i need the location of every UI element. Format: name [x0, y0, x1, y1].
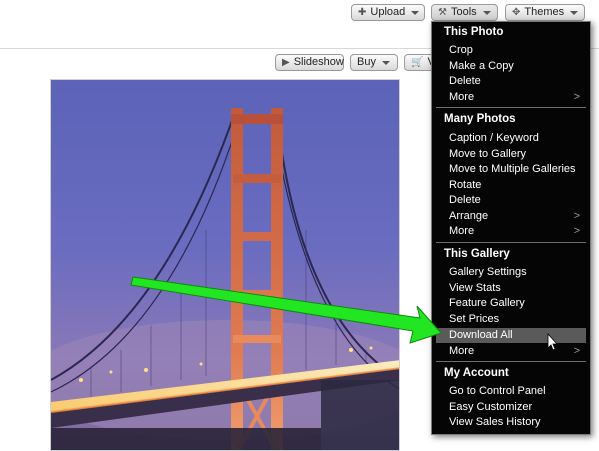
menu-item-gallery-settings[interactable]: Gallery Settings [436, 265, 586, 280]
menu-item-more-photo[interactable]: More > [436, 90, 586, 105]
menu-item-view-sales-history[interactable]: View Sales History [436, 415, 586, 430]
menu-item-delete-photo[interactable]: Delete [436, 74, 586, 89]
menu-heading-this-photo: This Photo [444, 26, 504, 38]
chevron-right-icon: > [573, 210, 580, 222]
slideshow-button-label: Slideshow [293, 56, 344, 68]
chevron-down-icon [482, 10, 491, 15]
chevron-down-icon [381, 60, 390, 65]
menu-item-caption-keyword[interactable]: Caption / Keyword [436, 131, 586, 146]
menu-item-make-a-copy[interactable]: Make a Copy [436, 59, 586, 74]
buy-button-label: Buy [357, 56, 376, 68]
menu-heading-many-photos: Many Photos [444, 113, 516, 125]
photo-viewer[interactable] [50, 79, 400, 451]
menu-item-more-many[interactable]: More > [436, 224, 586, 239]
menu-item-crop[interactable]: Crop [436, 43, 586, 58]
move-icon: ✥ [512, 6, 521, 18]
menu-item-easy-customizer[interactable]: Easy Customizer [436, 400, 586, 415]
menu-item-go-to-control-panel[interactable]: Go to Control Panel [436, 384, 586, 399]
menu-item-set-prices[interactable]: Set Prices [436, 312, 586, 327]
hammer-icon: ⚒ [438, 6, 447, 18]
upload-button-label: Upload [370, 6, 406, 18]
tools-button[interactable]: ⚒ Tools [431, 4, 498, 21]
menu-item-download-all[interactable]: Download All [436, 328, 586, 343]
menu-divider [436, 242, 586, 243]
themes-button[interactable]: ✥ Themes [505, 4, 585, 21]
menu-item-move-to-gallery[interactable]: Move to Gallery [436, 147, 586, 162]
chevron-down-icon [570, 10, 579, 15]
bridge-photo [51, 80, 399, 450]
cart-icon: 🛒 [411, 56, 424, 68]
buy-button[interactable]: Buy [350, 54, 398, 71]
play-icon: ▶ [282, 56, 290, 68]
menu-divider [436, 107, 586, 108]
menu-item-more-gallery[interactable]: More > [436, 344, 586, 359]
menu-divider [436, 361, 586, 362]
menu-heading-my-account: My Account [444, 367, 509, 379]
menu-item-view-stats[interactable]: View Stats [436, 281, 586, 296]
tools-button-label: Tools [450, 6, 477, 18]
menu-item-feature-gallery[interactable]: Feature Gallery [436, 296, 586, 311]
chevron-right-icon: > [573, 91, 580, 103]
menu-item-rotate[interactable]: Rotate [436, 178, 586, 193]
tools-dropdown-menu: This Photo Crop Make a Copy Delete More >… [431, 21, 591, 435]
plus-icon: ✚ [358, 6, 367, 18]
upload-button[interactable]: ✚ Upload [351, 4, 425, 21]
chevron-right-icon: > [573, 345, 580, 357]
menu-item-delete-many[interactable]: Delete [436, 193, 586, 208]
slideshow-button[interactable]: ▶ Slideshow [275, 54, 344, 71]
menu-heading-this-gallery: This Gallery [444, 248, 510, 260]
chevron-right-icon: > [573, 225, 580, 237]
menu-item-arrange[interactable]: Arrange > [436, 209, 586, 224]
menu-item-move-to-multiple-galleries[interactable]: Move to Multiple Galleries [436, 162, 586, 177]
themes-button-label: Themes [524, 6, 565, 18]
chevron-down-icon [411, 10, 420, 15]
